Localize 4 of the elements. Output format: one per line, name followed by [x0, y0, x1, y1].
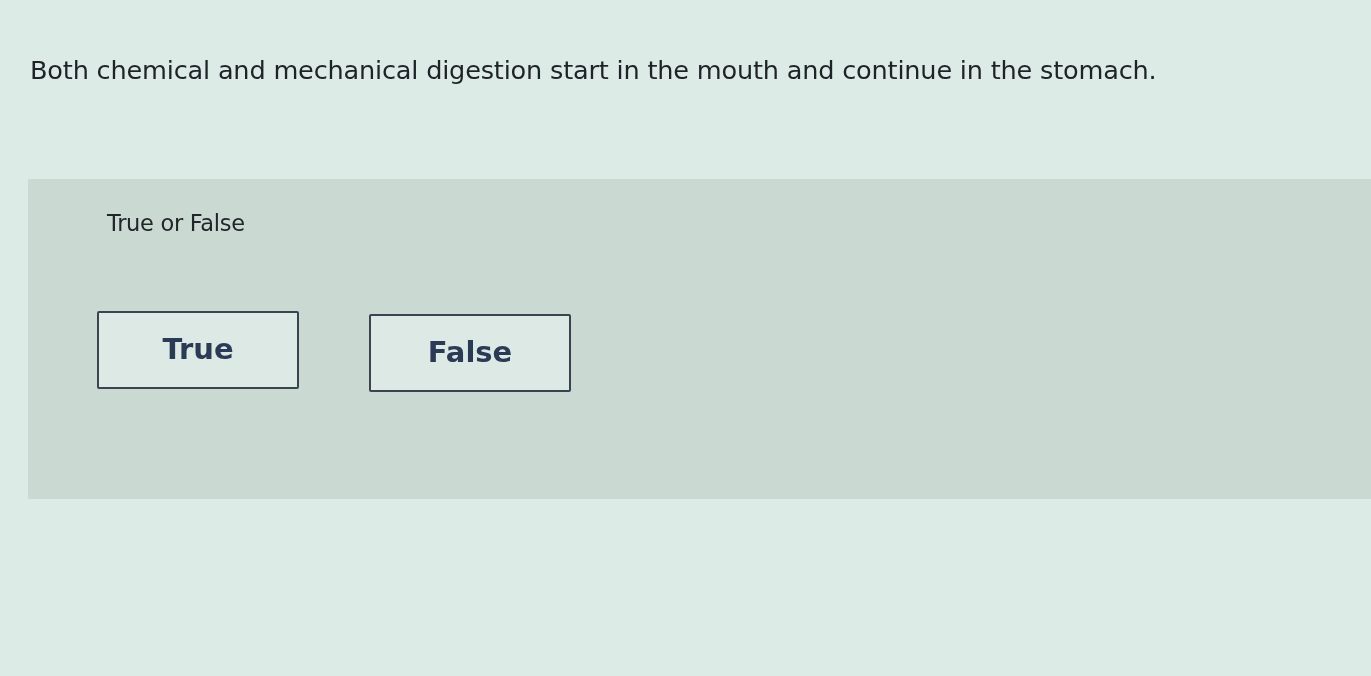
answer-option-button[interactable]: False	[369, 314, 571, 392]
question-text: Both chemical and mechanical digestion start in the mouth and continue in the stomach.	[30, 54, 1157, 87]
prompt-text: True or False	[107, 209, 245, 239]
answer-option-button[interactable]: True	[97, 311, 299, 389]
